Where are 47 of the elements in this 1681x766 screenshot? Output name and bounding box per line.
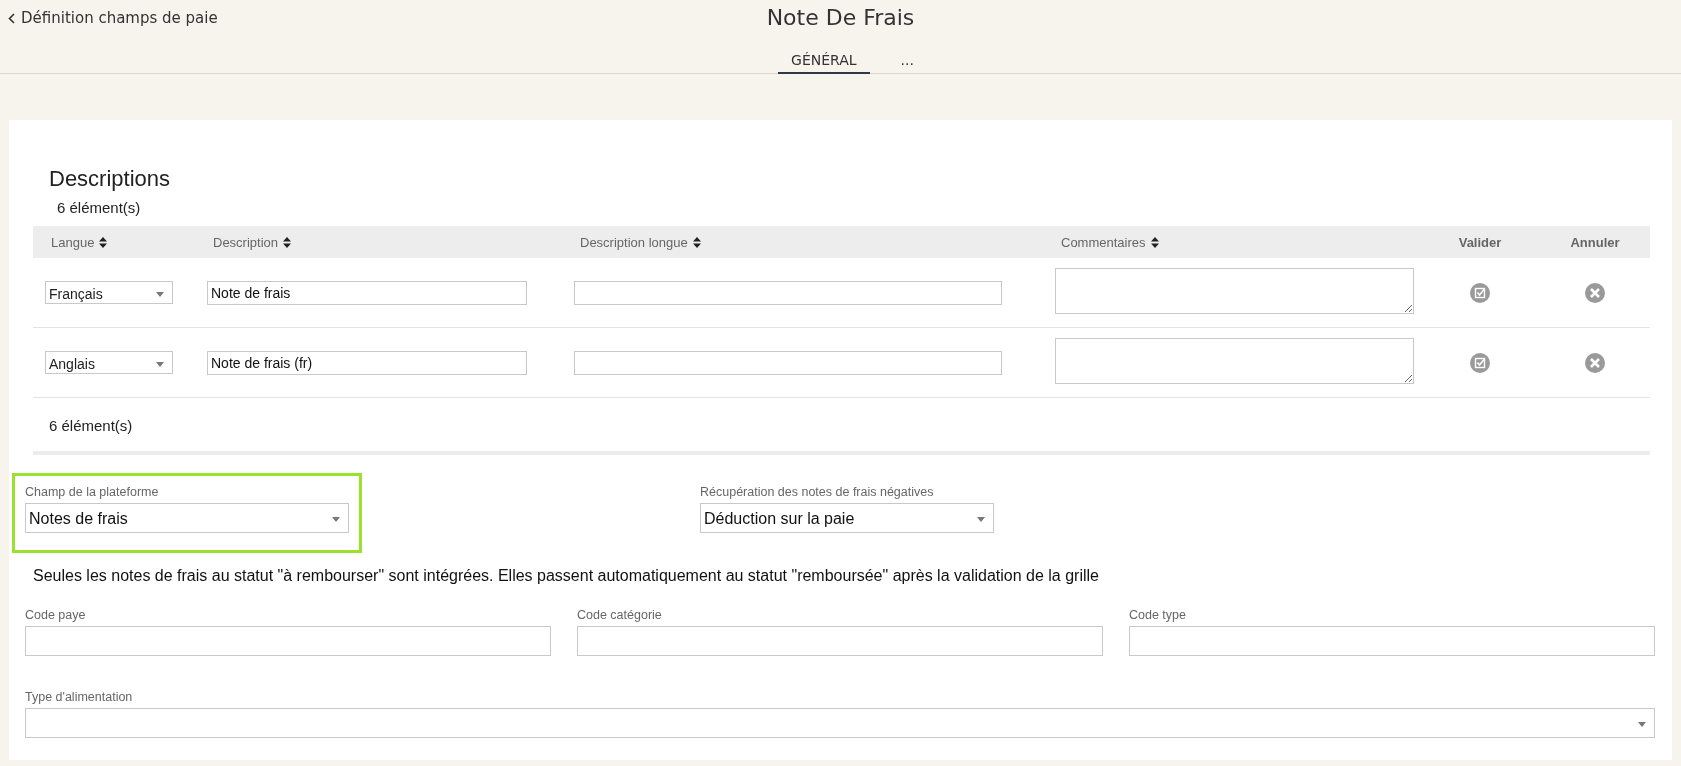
caret-icon bbox=[1638, 721, 1646, 727]
long-description-field[interactable] bbox=[574, 280, 1002, 305]
column-header[interactable]: Langue bbox=[51, 234, 95, 250]
item-count: 6 élément(s) bbox=[49, 417, 133, 434]
language-select[interactable]: Français bbox=[45, 281, 173, 304]
field-label: Récupération des notes de frais négatives bbox=[700, 485, 935, 499]
long-description-field[interactable] bbox=[574, 350, 1002, 375]
input-field[interactable] bbox=[25, 626, 551, 656]
comment-field[interactable] bbox=[1055, 268, 1414, 314]
field-label: Code paye bbox=[25, 608, 87, 622]
description-field[interactable]: Note de frais (fr) bbox=[207, 350, 527, 375]
column-header[interactable]: Description bbox=[213, 234, 279, 250]
close-icon[interactable] bbox=[1585, 352, 1605, 373]
description-field[interactable]: Note de frais bbox=[207, 280, 527, 305]
close-icon[interactable] bbox=[1585, 282, 1605, 303]
select-field[interactable] bbox=[25, 708, 1655, 738]
validate-icon[interactable] bbox=[1470, 282, 1490, 303]
page-title: Note De Frais bbox=[766, 4, 915, 30]
sort-icon[interactable] bbox=[99, 236, 108, 248]
caret-icon bbox=[977, 516, 985, 522]
select-field[interactable]: Déduction sur la paie bbox=[700, 503, 994, 533]
field-label: Champ de la plateforme bbox=[25, 485, 160, 499]
caret-icon bbox=[156, 291, 164, 297]
caret-icon bbox=[156, 361, 164, 367]
select-field[interactable]: Notes de frais bbox=[25, 503, 349, 533]
column-header[interactable]: Commentaires bbox=[1061, 234, 1146, 250]
column-header[interactable]: Description longue bbox=[580, 234, 688, 250]
column-header: Annuler bbox=[1570, 234, 1620, 250]
input-field[interactable] bbox=[1129, 626, 1655, 656]
info-text: Seules les notes de frais au statut "à rembourser" sont intégrées. Elles passent automatiquement au statut "remboursée" après la validation de la grille bbox=[33, 567, 1100, 585]
validate-icon[interactable] bbox=[1470, 352, 1490, 373]
column-header: Valider bbox=[1458, 234, 1502, 250]
sort-icon[interactable] bbox=[692, 236, 701, 248]
field-label: Code catégorie bbox=[577, 608, 663, 622]
chevron-left-icon bbox=[8, 12, 15, 24]
item-count: 6 élément(s) bbox=[57, 199, 141, 216]
input-field[interactable] bbox=[577, 626, 1103, 656]
language-select[interactable]: Anglais bbox=[45, 351, 173, 374]
sort-icon[interactable] bbox=[1150, 236, 1159, 248]
field-label: Code type bbox=[1129, 608, 1187, 622]
sort-icon[interactable] bbox=[283, 236, 292, 248]
tab[interactable]: GÉNÉRAL bbox=[778, 52, 870, 74]
tab[interactable]: ... bbox=[887, 52, 927, 74]
caret-icon bbox=[332, 516, 340, 522]
section-title: Descriptions bbox=[49, 166, 172, 192]
field-label: Type d'alimentation bbox=[25, 690, 134, 704]
comment-field[interactable] bbox=[1055, 338, 1414, 384]
